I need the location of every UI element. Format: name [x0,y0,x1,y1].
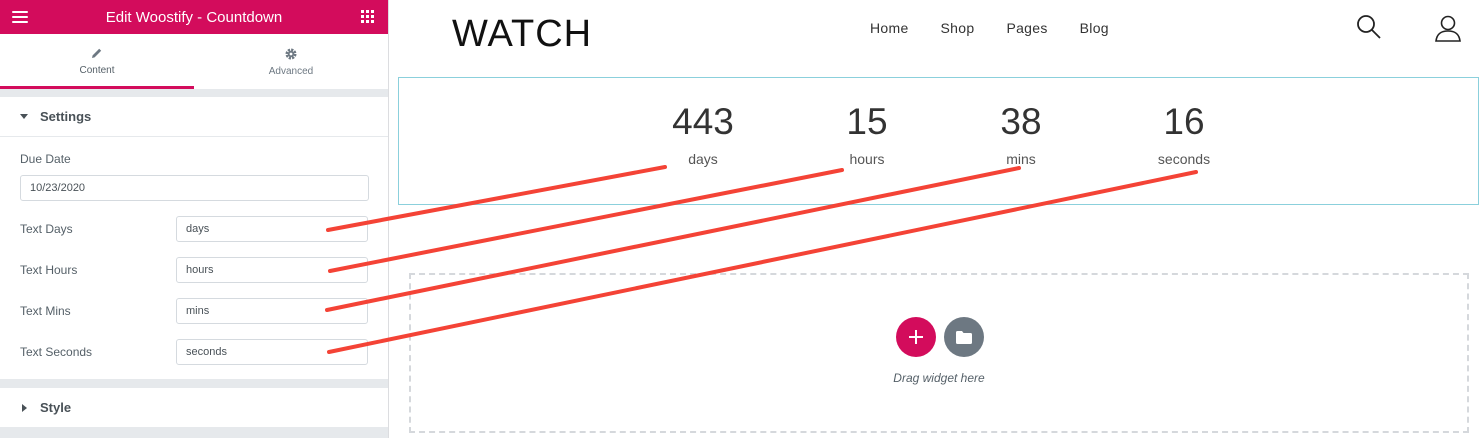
drag-widget-text: Drag widget here [893,371,985,385]
caret-right-icon [22,403,27,412]
editor-panel: Edit Woostify - Countdown Content Advanc… [0,0,389,438]
nav-home[interactable]: Home [870,20,909,36]
countdown-hours-label: hours [849,151,885,167]
caret-down-icon [20,114,28,119]
text-days-label: Text Days [20,222,73,236]
style-section-header[interactable]: Style [0,388,388,427]
settings-section-title: Settings [40,109,92,124]
add-template-button[interactable] [944,317,984,357]
site-preview: WATCH Home Shop Pages Blog 443 days 15 h… [390,0,1479,438]
text-days-row: Text Days [20,216,368,242]
main-nav: Home Shop Pages Blog [870,20,1141,36]
nav-blog[interactable]: Blog [1080,20,1109,36]
text-hours-input[interactable] [176,257,368,283]
due-date-input[interactable]: 10/23/2020 [20,175,369,201]
text-hours-label: Text Hours [20,263,78,277]
site-logo[interactable]: WATCH [450,8,610,54]
plus-icon [909,330,923,344]
text-seconds-row: Text Seconds [20,339,368,365]
text-mins-input[interactable] [176,298,368,324]
style-section-title: Style [40,400,72,415]
tab-advanced[interactable]: Advanced [194,34,388,89]
style-section: Style [0,388,388,427]
widget-drop-zone[interactable]: Drag widget here [409,273,1469,433]
text-seconds-input[interactable] [176,339,368,365]
settings-section: Settings Due Date 10/23/2020 Text Days T… [0,97,388,379]
settings-body: Due Date 10/23/2020 Text Days Text Hours… [0,137,388,379]
search-icon[interactable] [1356,14,1382,45]
gear-icon [284,46,298,62]
text-mins-row: Text Mins [20,298,368,324]
text-hours-row: Text Hours [20,257,368,283]
countdown-seconds-label: seconds [1157,151,1211,167]
tab-content-label: Content [79,64,115,76]
user-icon[interactable] [1434,14,1462,47]
widgets-grid-icon[interactable] [361,10,374,23]
text-seconds-label: Text Seconds [20,345,93,359]
countdown-hours-value: 15 [846,101,888,142]
tab-advanced-label: Advanced [268,66,314,77]
countdown-mins-label: mins [1006,151,1036,167]
panel-tabs: Content Advanced [0,34,388,89]
countdown-hours: 15 hours [807,78,927,168]
hamburger-menu-icon[interactable] [12,11,28,23]
logo-text: WATCH [452,13,592,54]
nav-shop[interactable]: Shop [941,20,975,36]
text-mins-label: Text Mins [20,304,71,318]
countdown-mins: 38 mins [961,78,1081,168]
nav-pages[interactable]: Pages [1006,20,1047,36]
countdown-widget[interactable]: 443 days 15 hours 38 mins 16 seconds [398,77,1479,205]
pencil-icon [91,45,103,61]
settings-section-header[interactable]: Settings [0,97,388,137]
countdown-days-value: 443 [672,101,734,142]
due-date-label: Due Date [20,152,71,166]
countdown-seconds: 16 seconds [1124,78,1244,168]
text-days-input[interactable] [176,216,368,242]
countdown-days: 443 days [643,78,763,168]
countdown-days-label: days [688,151,718,167]
tab-content[interactable]: Content [0,34,194,89]
countdown-mins-value: 38 [1000,101,1042,142]
add-section-button[interactable] [896,317,936,357]
panel-header: Edit Woostify - Countdown [0,0,388,34]
panel-title: Edit Woostify - Countdown [105,8,283,26]
countdown-seconds-value: 16 [1163,101,1205,142]
folder-icon [956,330,972,344]
